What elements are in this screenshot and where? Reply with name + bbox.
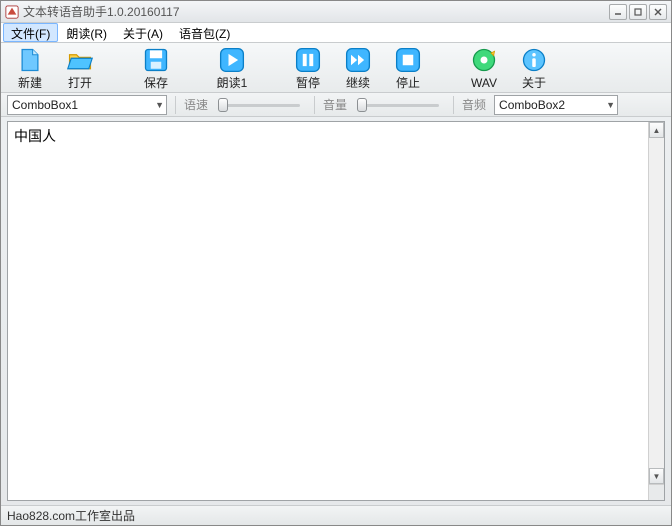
freq-label: 音频 — [462, 96, 486, 113]
file-icon — [15, 45, 45, 75]
chevron-down-icon: ▼ — [606, 100, 615, 110]
separator — [453, 96, 454, 114]
stop-label: 停止 — [396, 76, 420, 90]
resume-button[interactable]: 继续 — [335, 44, 381, 91]
toolbar-group-save: 保存 — [133, 44, 179, 91]
open-label: 打开 — [68, 76, 92, 90]
volume-slider[interactable] — [355, 97, 445, 113]
pause-label: 暂停 — [296, 76, 320, 90]
wav-label: WAV — [471, 76, 497, 90]
new-label: 新建 — [18, 76, 42, 90]
maximize-icon — [633, 7, 643, 17]
scroll-down-button[interactable]: ▼ — [649, 468, 664, 484]
about-label: 关于 — [522, 76, 546, 90]
new-button[interactable]: 新建 — [7, 44, 53, 91]
disc-icon — [469, 45, 499, 75]
save-icon — [141, 45, 171, 75]
close-icon — [653, 7, 663, 17]
control-row: ComboBox1 ▼ 语速 音量 音频 ComboBox2 ▼ — [1, 93, 671, 117]
chevron-down-icon: ▼ — [155, 100, 164, 110]
titlebar: 文本转语音助手1.0.20160117 — [1, 1, 671, 23]
folder-open-icon — [65, 45, 95, 75]
scroll-corner — [649, 484, 664, 500]
stop-icon — [393, 45, 423, 75]
text-input[interactable]: 中国人 — [8, 122, 648, 500]
app-icon — [5, 5, 19, 19]
info-icon — [519, 45, 549, 75]
maximize-button[interactable] — [629, 4, 647, 20]
wav-button[interactable]: WAV — [461, 44, 507, 91]
toolbar: 新建 打开 — [1, 43, 671, 93]
menubar: 文件(F) 朗读(R) 关于(A) 语音包(Z) — [1, 23, 671, 43]
volume-label: 音量 — [323, 96, 347, 113]
minimize-button[interactable] — [609, 4, 627, 20]
read1-button[interactable]: 朗读1 — [209, 44, 255, 91]
combo1-value: ComboBox1 — [12, 98, 78, 112]
separator — [175, 96, 176, 114]
stop-button[interactable]: 停止 — [385, 44, 431, 91]
toolbar-group-control: 暂停 继续 停止 — [285, 44, 431, 91]
separator — [314, 96, 315, 114]
speed-slider[interactable] — [216, 97, 306, 113]
menu-read[interactable]: 朗读(R) — [58, 23, 115, 42]
toolbar-group-play: 朗读1 — [209, 44, 255, 91]
save-label: 保存 — [144, 76, 168, 90]
about-button[interactable]: 关于 — [511, 44, 557, 91]
open-button[interactable]: 打开 — [57, 44, 103, 91]
pause-button[interactable]: 暂停 — [285, 44, 331, 91]
save-button[interactable]: 保存 — [133, 44, 179, 91]
speed-label: 语速 — [184, 96, 208, 113]
play-icon — [217, 45, 247, 75]
fast-forward-icon — [343, 45, 373, 75]
pause-icon — [293, 45, 323, 75]
text-area-wrap: 中国人 ▲ ▼ — [7, 121, 665, 501]
voice-combo-2[interactable]: ComboBox2 ▼ — [494, 95, 618, 115]
window-title: 文本转语音助手1.0.20160117 — [23, 3, 607, 20]
toolbar-group-file: 新建 打开 — [7, 44, 103, 91]
menu-voicepack[interactable]: 语音包(Z) — [171, 23, 238, 42]
resume-label: 继续 — [346, 76, 370, 90]
menu-about[interactable]: 关于(A) — [115, 23, 171, 42]
status-text: Hao828.com工作室出品 — [7, 507, 135, 524]
menu-file[interactable]: 文件(F) — [3, 23, 58, 42]
read1-label: 朗读1 — [217, 76, 248, 90]
main-window: 文本转语音助手1.0.20160117 文件(F) 朗读(R) 关于(A) 语音… — [0, 0, 672, 526]
voice-combo-1[interactable]: ComboBox1 ▼ — [7, 95, 167, 115]
statusbar: Hao828.com工作室出品 — [1, 505, 671, 525]
combo2-value: ComboBox2 — [499, 98, 565, 112]
toolbar-group-misc: WAV 关于 — [461, 44, 557, 91]
scroll-up-button[interactable]: ▲ — [649, 122, 664, 138]
vertical-scrollbar[interactable]: ▲ ▼ — [648, 122, 664, 500]
minimize-icon — [613, 7, 623, 17]
close-button[interactable] — [649, 4, 667, 20]
